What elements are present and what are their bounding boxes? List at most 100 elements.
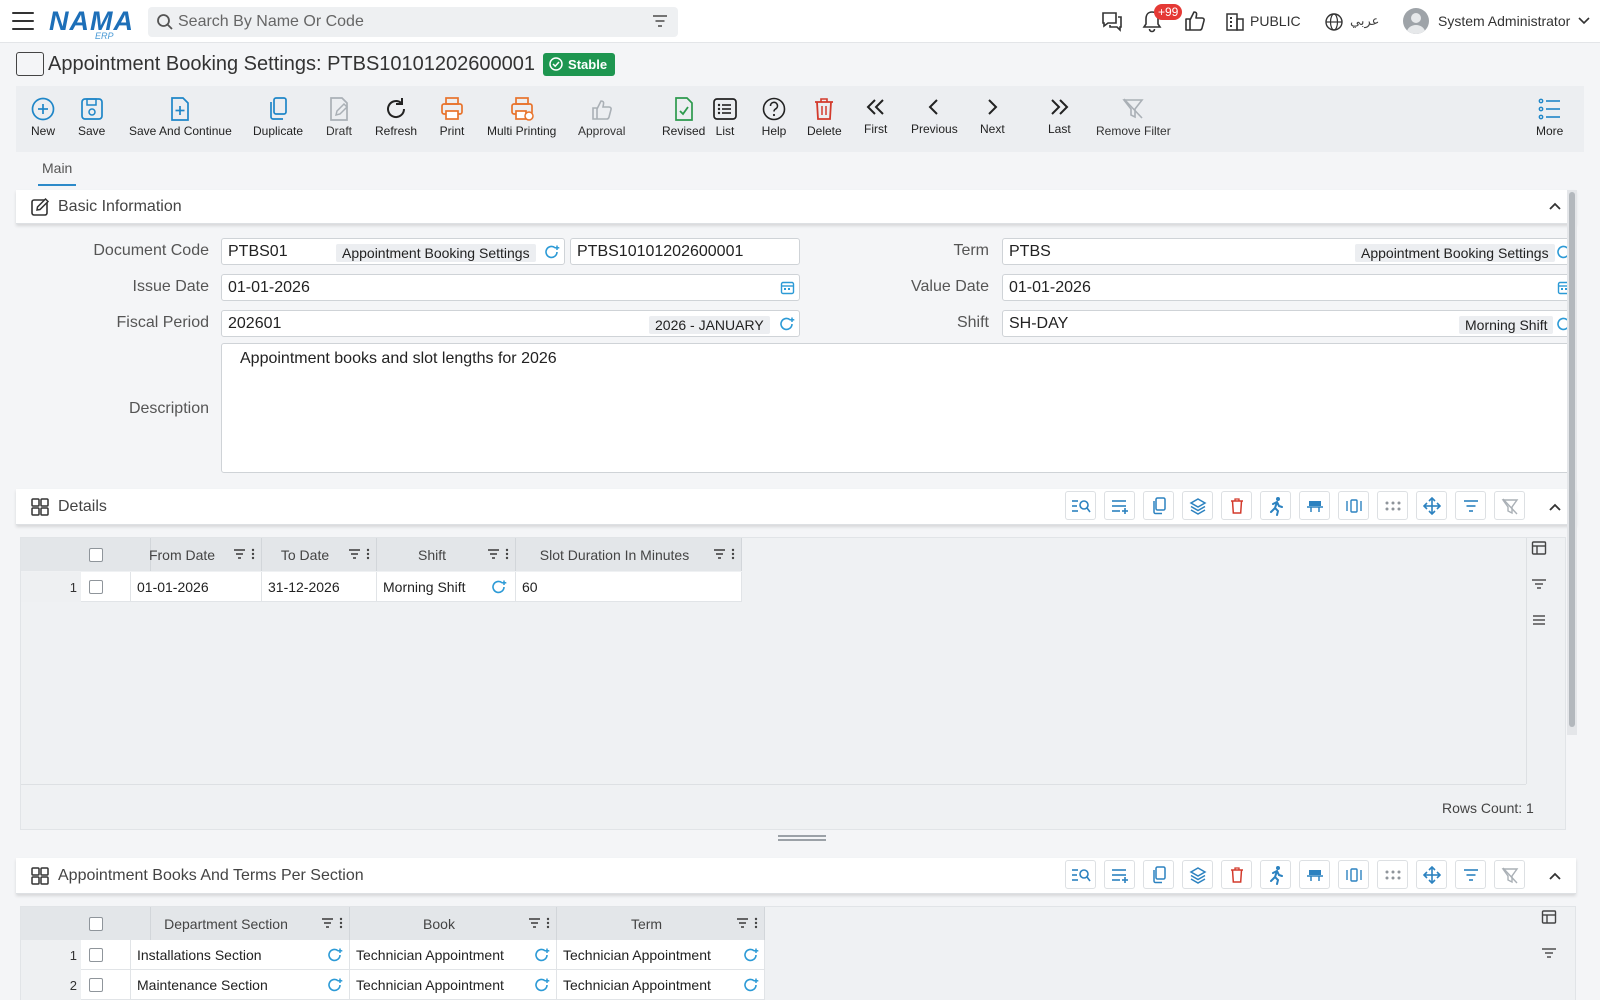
row-checkbox[interactable] [89,579,103,594]
lookup-icon[interactable] [743,977,759,993]
kebab-menu-icon[interactable] [251,548,255,560]
value-date-field[interactable]: 01-01-2026 [1002,274,1577,301]
search-rows-button[interactable] [1065,491,1096,520]
department-section-cell[interactable]: Installations Section [131,940,350,970]
row-checkbox[interactable] [89,977,103,992]
search-input[interactable] [178,12,638,32]
run-button[interactable] [1260,491,1291,520]
lookup-icon[interactable] [327,947,343,963]
more-button[interactable]: More [1536,94,1563,138]
resize-handle[interactable] [778,835,826,841]
filter-icon[interactable] [713,548,726,560]
save-button[interactable]: Save [78,94,105,138]
term-field[interactable]: PTBS Appointment Booking Settings [1002,238,1577,265]
term-cell[interactable]: Technician Appointment [557,940,765,970]
tab-main[interactable]: Main [38,160,77,186]
duplicate-button[interactable]: Duplicate [253,94,303,138]
select-all-checkbox[interactable] [88,547,103,562]
table-settings-button[interactable] [1299,860,1330,889]
previous-button[interactable]: Previous [911,92,958,136]
fiscal-period-field[interactable]: 202601 2026 - JANUARY [221,310,800,337]
dots-grid-button[interactable] [1377,860,1408,889]
company-label[interactable]: PUBLIC [1250,13,1301,29]
first-button[interactable]: First [864,92,887,136]
chevron-down-icon[interactable] [1578,16,1590,26]
kebab-menu-icon[interactable] [339,917,343,929]
chat-icon[interactable] [1100,9,1124,33]
column-header-term[interactable]: Term [557,907,765,940]
delete-row-button[interactable] [1221,491,1252,520]
filter-button[interactable] [1455,860,1486,889]
lookup-icon[interactable] [544,244,560,260]
filter-icon[interactable] [736,917,749,929]
copy-row-button[interactable] [1143,860,1174,889]
lookup-icon[interactable] [534,977,550,993]
filter-icon[interactable] [348,548,361,560]
filter-icon[interactable] [652,14,668,28]
book-cell[interactable]: Technician Appointment [350,970,557,1000]
column-header-slot-duration[interactable]: Slot Duration In Minutes [516,538,742,571]
search-rows-button[interactable] [1065,860,1096,889]
save-and-continue-button[interactable]: Save And Continue [129,94,232,138]
document-code-field[interactable]: PTBS01 Appointment Booking Settings [221,238,565,265]
table-settings-button[interactable] [1299,491,1330,520]
draft-button[interactable]: Draft [326,94,352,138]
approval-button[interactable]: Approval [578,94,625,138]
row-checkbox[interactable] [89,947,103,962]
filter-icon[interactable] [321,917,334,929]
avatar[interactable] [1403,8,1429,34]
menu-lines-icon[interactable] [1531,612,1547,628]
slot-duration-cell[interactable]: 60 [516,572,742,602]
print-button[interactable]: Print [439,94,465,138]
column-header-department-section[interactable]: Department Section [131,907,350,940]
move-button[interactable] [1416,491,1447,520]
thumbs-up-icon[interactable] [1183,9,1207,33]
kebab-menu-icon[interactable] [731,548,735,560]
column-header-to-date[interactable]: To Date [262,538,377,571]
next-button[interactable]: Next [980,92,1005,136]
column-header-shift[interactable]: Shift [377,538,516,571]
lookup-icon[interactable] [491,579,507,595]
column-header-book[interactable]: Book [350,907,557,940]
revised-button[interactable]: Revised [662,94,705,138]
refresh-button[interactable]: Refresh [375,94,417,138]
lookup-icon[interactable] [327,977,343,993]
menu-icon[interactable] [12,12,34,30]
language-switch[interactable]: عربي [1350,13,1379,29]
filter-icon[interactable] [528,917,541,929]
table-columns-icon[interactable] [1541,909,1557,925]
delete-row-button[interactable] [1221,860,1252,889]
add-row-button[interactable] [1104,491,1135,520]
scrollbar-thumb[interactable] [1569,192,1575,727]
chevron-up-icon[interactable] [1548,200,1562,212]
multi-printing-button[interactable]: Multi Printing [487,94,556,138]
filter-icon[interactable] [1541,945,1557,961]
user-name[interactable]: System Administrator [1438,13,1570,29]
description-textarea[interactable]: Appointment books and slot lengths for 2… [221,343,1575,473]
vertical-scrollbar[interactable] [1567,190,1577,735]
lookup-icon[interactable] [779,316,795,332]
layers-button[interactable] [1182,860,1213,889]
lookup-icon[interactable] [743,947,759,963]
column-header-from-date[interactable]: From Date [131,538,262,571]
copy-row-button[interactable] [1143,491,1174,520]
table-columns-icon[interactable] [1531,540,1547,556]
shift-field[interactable]: SH-DAY Morning Shift [1002,310,1577,337]
run-button[interactable] [1260,860,1291,889]
basic-information-header[interactable]: Basic Information [16,190,1576,224]
fit-columns-button[interactable] [1338,860,1369,889]
term-cell[interactable]: Technician Appointment [557,970,765,1000]
clear-filter-button[interactable] [1494,491,1525,520]
filter-icon[interactable] [233,548,246,560]
kebab-menu-icon[interactable] [505,548,509,560]
move-button[interactable] [1416,860,1447,889]
kebab-menu-icon[interactable] [754,917,758,929]
layers-button[interactable] [1182,491,1213,520]
kebab-menu-icon[interactable] [366,548,370,560]
delete-button[interactable]: Delete [807,94,842,138]
kebab-menu-icon[interactable] [546,917,550,929]
app-logo[interactable]: NAMA ERP [49,6,134,41]
lookup-icon[interactable] [534,947,550,963]
fit-columns-button[interactable] [1338,491,1369,520]
help-button[interactable]: Help [761,94,787,138]
